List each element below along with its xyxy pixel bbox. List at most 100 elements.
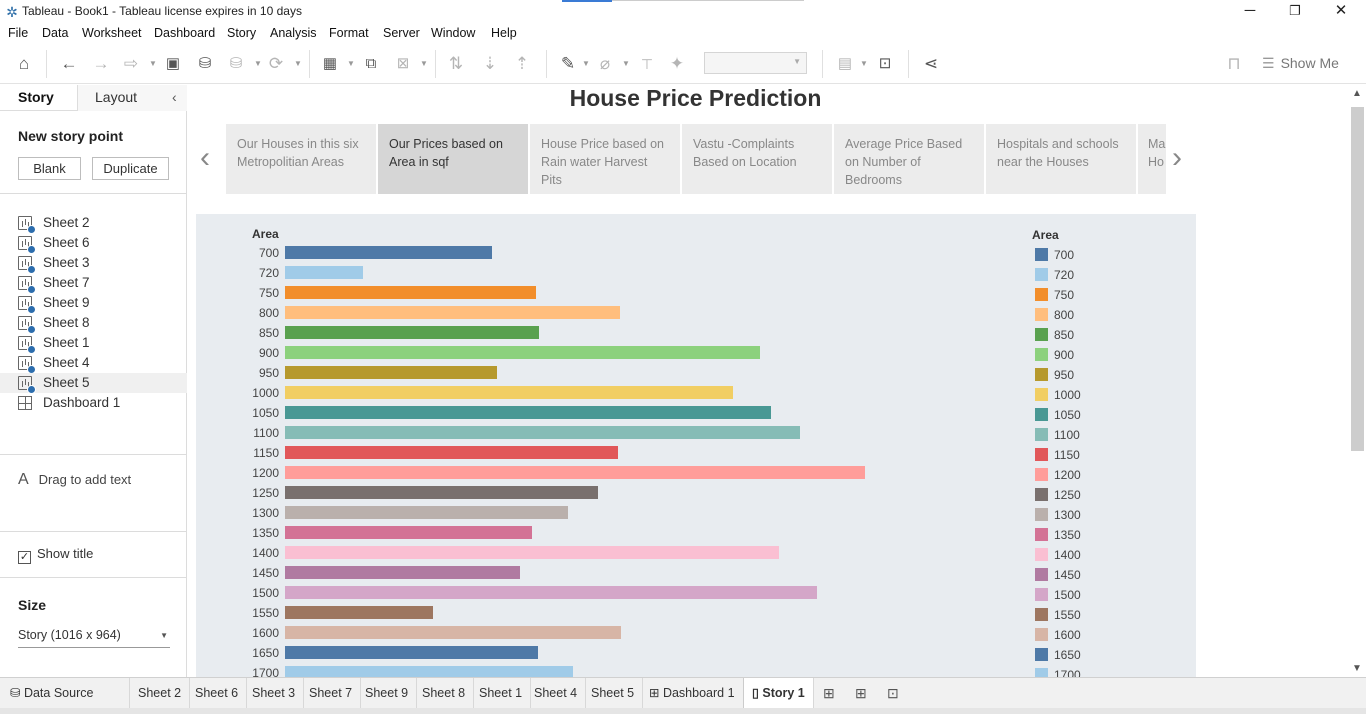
- menu-analysis[interactable]: Analysis: [270, 26, 317, 40]
- story-point-caption[interactable]: Average Price Based on Number of Bedroom…: [834, 124, 984, 194]
- sheet-item[interactable]: Dashboard 1: [0, 393, 187, 413]
- new-worksheet-icon[interactable]: ▦: [319, 53, 341, 75]
- legend-label: 1600: [1054, 628, 1081, 642]
- scroll-up-icon[interactable]: ▲: [1352, 88, 1362, 99]
- bar-chart: Area 700 720 750 800 850 900 950 1000 1050 1100 115…: [196, 214, 1196, 677]
- new-dashboard-tab-icon[interactable]: ⊞: [855, 685, 867, 702]
- replay-icon[interactable]: ⇨: [120, 53, 142, 75]
- menu-story[interactable]: Story: [227, 26, 256, 40]
- replay-caret-icon[interactable]: ▼: [149, 59, 157, 68]
- toolbar-separator: [822, 50, 823, 78]
- save-icon[interactable]: ▣: [162, 53, 184, 75]
- prev-story-point-arrow-icon[interactable]: ‹: [200, 141, 210, 175]
- sheet-item[interactable]: Sheet 9: [0, 293, 187, 314]
- home-icon[interactable]: ⌂: [13, 53, 35, 75]
- menu-format[interactable]: Format: [329, 26, 369, 40]
- sheet-item[interactable]: Sheet 2: [0, 213, 187, 234]
- new-story-tab-icon[interactable]: ⊡: [887, 685, 899, 702]
- tab-sheet-8[interactable]: Sheet 8: [414, 678, 475, 708]
- sort-desc-icon[interactable]: ⇡: [511, 53, 533, 75]
- sheet-item[interactable]: Sheet 8: [0, 313, 187, 334]
- menu-worksheet[interactable]: Worksheet: [82, 26, 142, 40]
- sheet-item[interactable]: Sheet 5: [0, 373, 187, 394]
- clear-icon[interactable]: ⊠: [392, 53, 414, 75]
- legend-swatch: [1035, 328, 1048, 341]
- blank-button[interactable]: Blank: [18, 157, 81, 180]
- story-point-caption[interactable]: Our Houses in this six Metropolitian Are…: [226, 124, 376, 194]
- format-painter-icon[interactable]: ⊓: [1223, 53, 1245, 75]
- duplicate-icon[interactable]: ⧉: [360, 53, 382, 75]
- fit-dropdown[interactable]: ▼: [704, 52, 807, 74]
- label-icon[interactable]: ⊤: [636, 53, 658, 75]
- show-me-button[interactable]: ☰ Show Me: [1262, 55, 1339, 72]
- bar: [285, 366, 497, 379]
- show-title-checkbox[interactable]: ✓ Show title: [18, 546, 93, 564]
- next-story-point-arrow-icon[interactable]: ›: [1172, 141, 1182, 175]
- sheet-item[interactable]: Sheet 3: [0, 253, 187, 274]
- redo-icon[interactable]: →: [90, 53, 112, 75]
- clear-caret-icon[interactable]: ▼: [420, 59, 428, 68]
- pin-icon[interactable]: ✦: [666, 53, 688, 75]
- story-point-caption[interactable]: Ma Ho: [1138, 124, 1166, 194]
- legend-swatch: [1035, 528, 1048, 541]
- bar: [285, 386, 733, 399]
- new-datasource-icon[interactable]: ⛁: [194, 53, 216, 75]
- scroll-down-icon[interactable]: ▼: [1352, 663, 1362, 674]
- tab-sheet-9[interactable]: Sheet 9: [357, 678, 418, 708]
- refresh-caret-icon[interactable]: ▼: [294, 59, 302, 68]
- swap-icon[interactable]: ⇅: [445, 53, 467, 75]
- sheet-item[interactable]: Sheet 1: [0, 333, 187, 354]
- story-point-caption[interactable]: Vastu -Complaints Based on Location: [682, 124, 832, 194]
- tab-layout[interactable]: Layout: [95, 89, 137, 105]
- pause-icon[interactable]: ⛁: [225, 53, 247, 75]
- menu-window[interactable]: Window: [431, 26, 475, 40]
- tab-sheet-3[interactable]: Sheet 3: [244, 678, 305, 708]
- duplicate-button[interactable]: Duplicate: [92, 157, 169, 180]
- story-point-caption[interactable]: Hospitals and schools near the Houses: [986, 124, 1136, 194]
- new-worksheet-tab-icon[interactable]: ⊞: [823, 685, 835, 702]
- scrollbar-thumb[interactable]: [1351, 107, 1364, 451]
- menu-server[interactable]: Server: [383, 26, 420, 40]
- tab-dashboard-1[interactable]: ⊞ Dashboard 1: [641, 678, 744, 708]
- tab-story[interactable]: Story: [18, 89, 54, 105]
- maximize-button[interactable]: ❐: [1272, 0, 1318, 24]
- close-button[interactable]: ✕: [1318, 0, 1364, 24]
- menu-dashboard[interactable]: Dashboard: [154, 26, 215, 40]
- sheet-item[interactable]: Sheet 4: [0, 353, 187, 374]
- refresh-icon[interactable]: ⟳: [265, 53, 287, 75]
- share-icon[interactable]: ⋖: [920, 53, 942, 75]
- drag-to-add-text[interactable]: A Drag to add text: [18, 471, 131, 489]
- sort-asc-icon[interactable]: ⇣: [479, 53, 501, 75]
- pause-caret-icon[interactable]: ▼: [254, 59, 262, 68]
- story-point-caption[interactable]: House Price based on Rain water Harvest …: [530, 124, 680, 194]
- card-caret-icon[interactable]: ▼: [860, 59, 868, 68]
- sheet-item[interactable]: Sheet 7: [0, 273, 187, 294]
- minimize-button[interactable]: ─: [1227, 0, 1273, 24]
- tab-sheet-7[interactable]: Sheet 7: [301, 678, 362, 708]
- tab-sheet-5[interactable]: Sheet 5: [583, 678, 644, 708]
- tab-sheet-1[interactable]: Sheet 1: [471, 678, 532, 708]
- tab-sheet-4[interactable]: Sheet 4: [526, 678, 587, 708]
- group-caret-icon[interactable]: ▼: [622, 59, 630, 68]
- drag-text-label: Drag to add text: [38, 472, 132, 487]
- undo-icon[interactable]: ←: [58, 53, 80, 75]
- story-point-caption[interactable]: Our Prices based on Area in sqf: [378, 124, 528, 194]
- highlight-caret-icon[interactable]: ▼: [582, 59, 590, 68]
- dashboard-icon: [18, 396, 32, 410]
- vertical-scrollbar[interactable]: ▲ ▼: [1349, 85, 1366, 677]
- size-dropdown[interactable]: Story (1016 x 964) ▼: [18, 628, 170, 648]
- tab-story-1[interactable]: ▯ Story 1: [743, 678, 814, 708]
- menu-data[interactable]: Data: [42, 26, 68, 40]
- sheet-item[interactable]: Sheet 6: [0, 233, 187, 254]
- tab-sheet-6[interactable]: Sheet 6: [187, 678, 248, 708]
- tab-sheet-2[interactable]: Sheet 2: [130, 678, 191, 708]
- group-icon[interactable]: ⌀: [594, 53, 616, 75]
- new-worksheet-caret-icon[interactable]: ▼: [347, 59, 355, 68]
- collapse-panel-icon[interactable]: ‹: [172, 89, 177, 105]
- menu-help[interactable]: Help: [491, 26, 517, 40]
- presentation-icon[interactable]: ⊡: [874, 53, 896, 75]
- menu-file[interactable]: File: [8, 26, 28, 40]
- card-icon[interactable]: ▤: [834, 53, 856, 75]
- highlight-icon[interactable]: ✎: [557, 53, 579, 75]
- tab-data-source[interactable]: ⛁ Data Source: [0, 678, 130, 708]
